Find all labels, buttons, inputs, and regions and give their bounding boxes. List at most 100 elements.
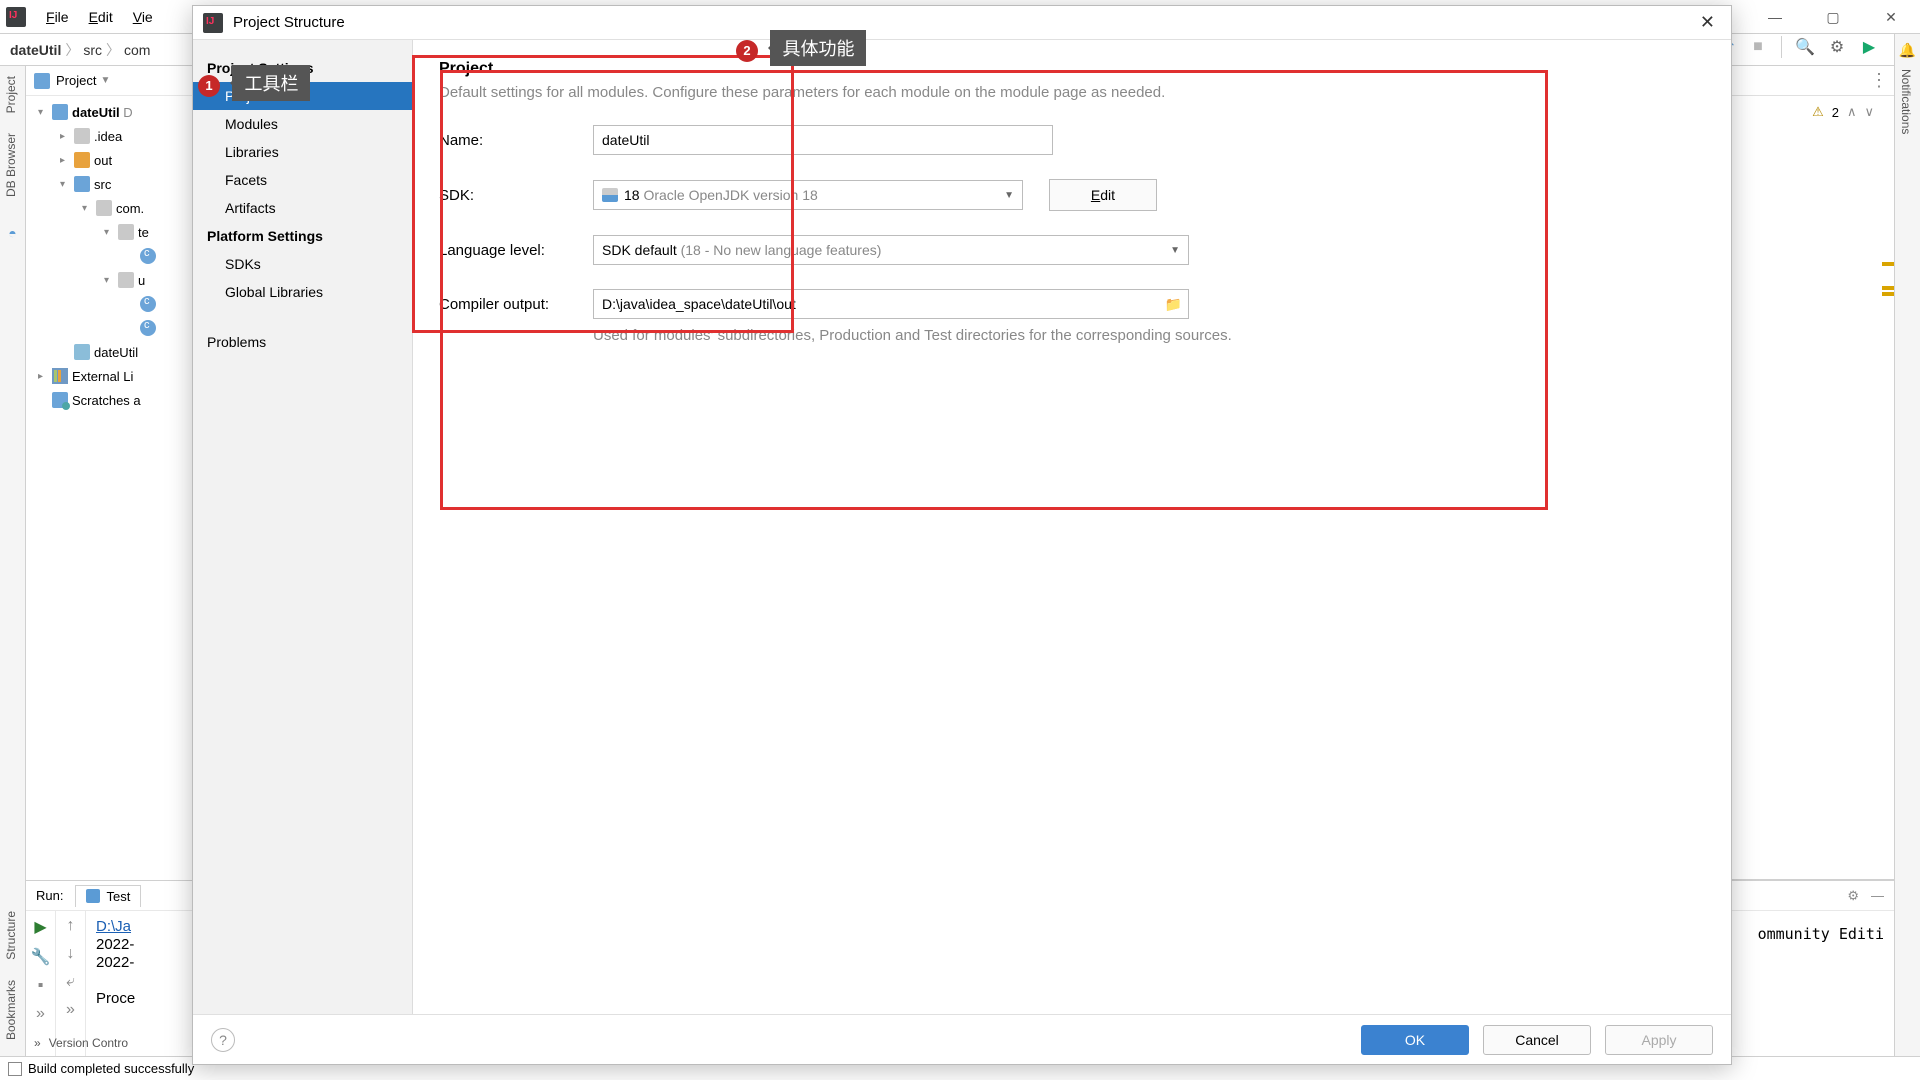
main-toolbar-right: ⤴ ■ 🔍 ⚙ ▶: [1717, 36, 1878, 58]
close-window-button[interactable]: ✕: [1862, 0, 1920, 34]
apply-button[interactable]: Apply: [1605, 1025, 1713, 1055]
tree-com[interactable]: com.: [116, 201, 144, 216]
ll-secondary: (18 - No new language features): [681, 242, 882, 258]
warning-icon: ⚠: [1812, 104, 1824, 120]
search-icon[interactable]: 🔍: [1796, 38, 1814, 56]
console-line: Proce: [96, 990, 135, 1007]
editor-inspections[interactable]: ⚠ 2 ∧ ∨: [1812, 104, 1874, 120]
sidebar-item-libraries[interactable]: Libraries: [193, 138, 412, 166]
tool-tab-version-control[interactable]: Version Contro: [49, 1036, 128, 1050]
sdk-secondary: Oracle OpenJDK version 18: [643, 187, 817, 203]
run-tab-test[interactable]: Test: [75, 885, 141, 907]
ll-primary: SDK default: [602, 242, 677, 258]
menu-view[interactable]: Vie: [123, 7, 163, 27]
menu-file-label: ile: [55, 9, 69, 25]
name-label: Name:: [439, 132, 593, 149]
nav-down-icon[interactable]: ∨: [1864, 104, 1874, 120]
compiler-output-value: D:\java\idea_space\dateUtil\out: [602, 296, 796, 312]
tree-u[interactable]: u: [138, 273, 145, 288]
cancel-button[interactable]: Cancel: [1483, 1025, 1591, 1055]
tree-scratches[interactable]: Scratches a: [72, 393, 141, 408]
sidebar-section-platform-settings: Platform Settings: [193, 222, 412, 250]
menu-file[interactable]: File: [36, 7, 79, 27]
help-button[interactable]: ?: [211, 1028, 235, 1052]
soft-wrap-icon[interactable]: ⤶: [66, 973, 75, 991]
dialog-close-button[interactable]: ✕: [1694, 12, 1721, 33]
minimize-button[interactable]: —: [1746, 0, 1804, 34]
annotation-num-2: 2: [736, 40, 758, 62]
tree-src[interactable]: src: [94, 177, 111, 192]
scroll-icon[interactable]: »: [66, 1001, 75, 1019]
sidebar-item-modules[interactable]: Modules: [193, 110, 412, 138]
tree-root[interactable]: dateUtil: [72, 105, 120, 120]
wrench-icon[interactable]: 🔧: [31, 947, 51, 967]
dialog-footer: ? OK Cancel Apply: [193, 1014, 1731, 1064]
rail-structure[interactable]: Structure: [0, 901, 22, 970]
run-title: Run:: [36, 888, 63, 903]
chevron-down-icon: ▼: [1170, 245, 1180, 256]
rail-bookmarks[interactable]: Bookmarks: [0, 970, 22, 1050]
nav-up-icon[interactable]: ∧: [1847, 104, 1857, 120]
bell-icon[interactable]: 🔔: [1895, 42, 1920, 59]
sdk-edit-button[interactable]: Edit: [1049, 179, 1157, 211]
run-hide-icon[interactable]: —: [1871, 888, 1884, 904]
database-icon[interactable]: ◓: [0, 225, 25, 241]
run-gear-icon[interactable]: ⚙: [1847, 888, 1859, 904]
ok-button[interactable]: OK: [1361, 1025, 1469, 1055]
sidebar-item-sdks[interactable]: SDKs: [193, 250, 412, 278]
play-icon[interactable]: ▶: [34, 917, 46, 937]
sdk-combo[interactable]: 18 Oracle OpenJDK version 18 ▼: [593, 180, 1023, 210]
right-tool-rail: 🔔 Notifications: [1894, 34, 1920, 1080]
rail-db-browser[interactable]: DB Browser: [0, 123, 22, 207]
stop-square-icon[interactable]: ▪: [38, 977, 44, 995]
sidebar-item-artifacts[interactable]: Artifacts: [193, 194, 412, 222]
compiler-output-hint: Used for modules' subdirectories, Produc…: [593, 327, 1705, 344]
warning-count: 2: [1832, 105, 1839, 120]
down-arrow-icon[interactable]: ↓: [67, 945, 75, 963]
toolbar-divider: [1781, 36, 1782, 58]
sdk-primary: 18: [624, 187, 640, 203]
build-icon[interactable]: [8, 1062, 22, 1076]
console-link[interactable]: D:\Ja: [96, 918, 131, 935]
annotation-num-1: 1: [198, 75, 220, 97]
more-icon[interactable]: »: [36, 1005, 45, 1023]
left-tool-rail: Project DB Browser ◓ Structure Bookmarks: [0, 66, 26, 1056]
breadcrumb-com[interactable]: com: [124, 42, 150, 58]
chevron-down-icon[interactable]: ▼: [100, 75, 110, 86]
editor-gutter-markers: [1880, 66, 1894, 879]
language-level-combo[interactable]: SDK default (18 - No new language featur…: [593, 235, 1189, 265]
tree-out[interactable]: out: [94, 153, 112, 168]
breadcrumb-src[interactable]: src: [83, 42, 102, 58]
breadcrumb-sep: 〉: [106, 40, 120, 60]
sidebar-item-problems[interactable]: Problems: [193, 328, 412, 356]
browse-folder-icon[interactable]: 📁: [1165, 296, 1182, 313]
compiler-output-label: Compiler output:: [439, 296, 593, 313]
rail-notifications[interactable]: Notifications: [1895, 59, 1917, 144]
tree-idea[interactable]: .idea: [94, 129, 122, 144]
status-message: Build completed successfully: [28, 1061, 194, 1076]
sidebar-item-global-libraries[interactable]: Global Libraries: [193, 278, 412, 306]
dialog-main-panel: Project Default settings for all modules…: [413, 40, 1731, 1014]
breadcrumb-root[interactable]: dateUtil: [10, 42, 61, 58]
annotation-tag-1: 工具栏: [232, 65, 310, 101]
tree-te[interactable]: te: [138, 225, 149, 240]
project-name-input[interactable]: [593, 125, 1053, 155]
compiler-output-field[interactable]: D:\java\idea_space\dateUtil\out 📁: [593, 289, 1189, 319]
tree-root-hint: D: [123, 105, 132, 120]
menu-edit[interactable]: Edit: [79, 7, 123, 27]
window-controls: — ▢ ✕: [1746, 0, 1920, 34]
main-hint: Default settings for all modules. Config…: [439, 84, 1705, 101]
breadcrumb-sep: 〉: [65, 40, 79, 60]
tree-iml[interactable]: dateUtil: [94, 345, 138, 360]
rail-project[interactable]: Project: [0, 66, 22, 123]
tree-extlib[interactable]: External Li: [72, 369, 133, 384]
console-line: 2022-: [96, 936, 134, 953]
run-anything-icon[interactable]: ▶: [1860, 38, 1878, 56]
dialog-logo: [203, 13, 223, 33]
sidebar-item-facets[interactable]: Facets: [193, 166, 412, 194]
stop-icon[interactable]: ■: [1749, 38, 1767, 56]
gear-icon[interactable]: ⚙: [1828, 38, 1846, 56]
up-arrow-icon[interactable]: ↑: [67, 917, 75, 935]
maximize-button[interactable]: ▢: [1804, 0, 1862, 34]
app-logo: [6, 7, 26, 27]
